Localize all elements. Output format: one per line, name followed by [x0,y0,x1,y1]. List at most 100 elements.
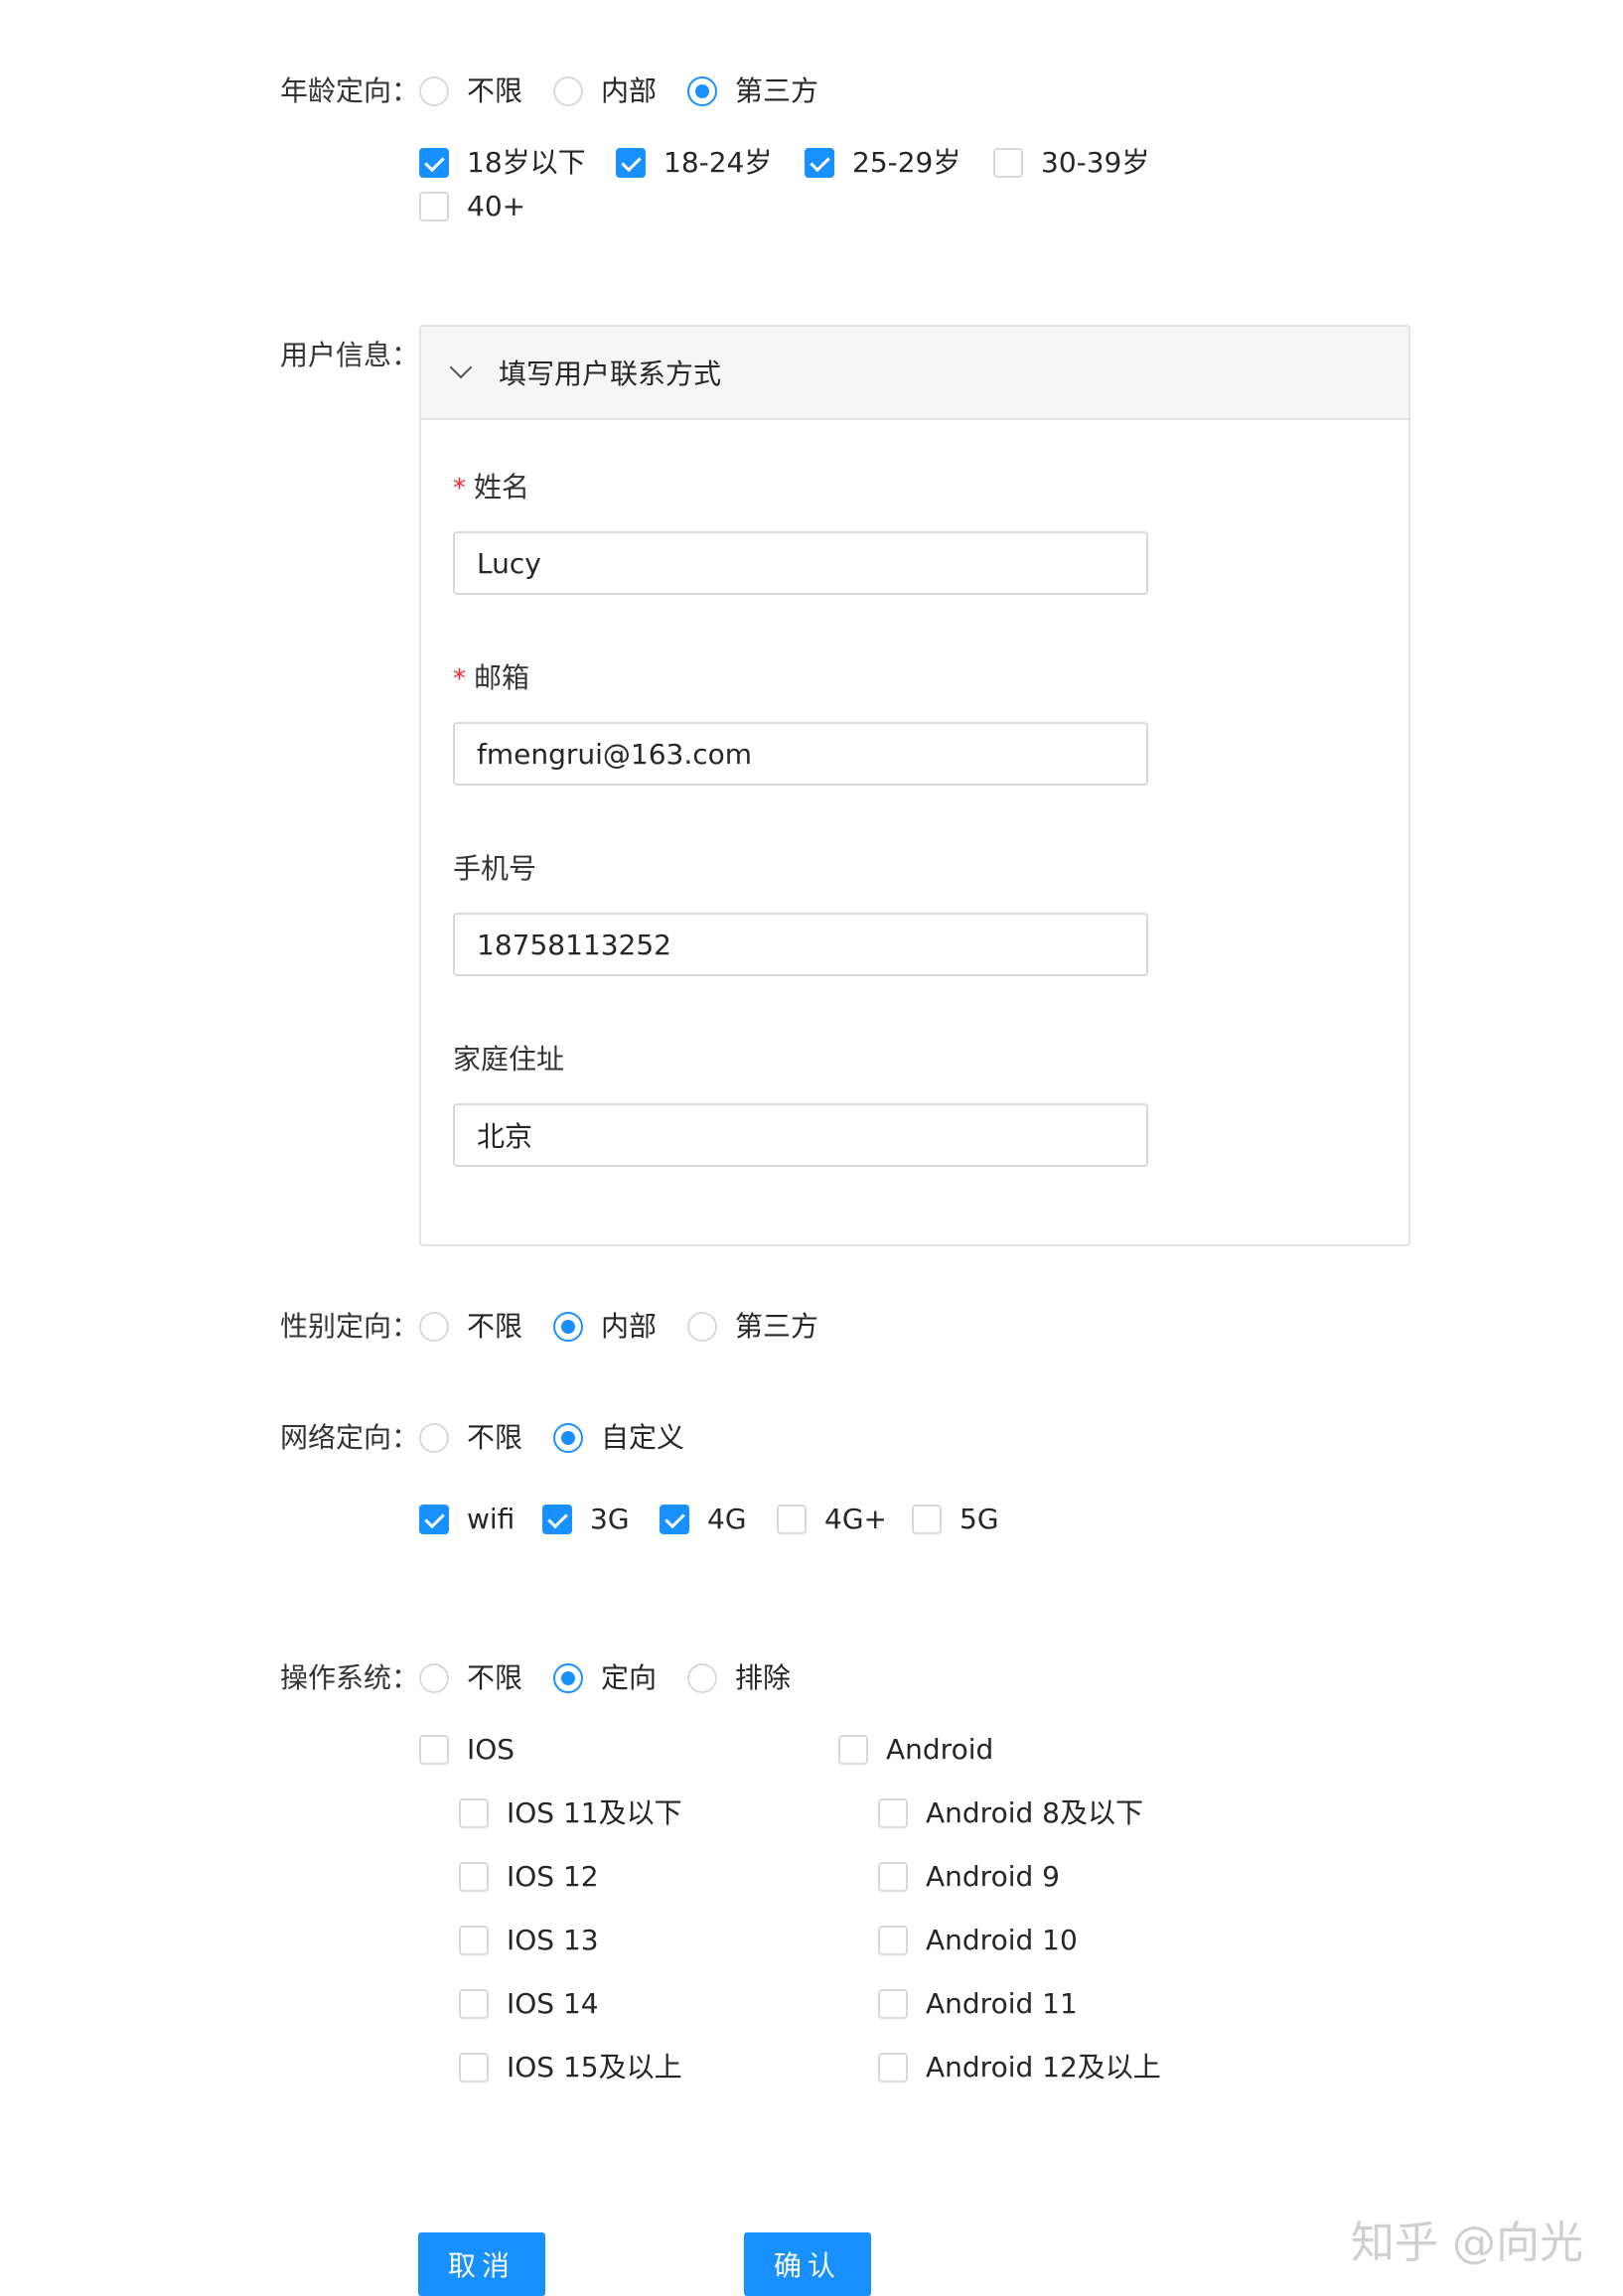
network-checkbox-4g-control[interactable] [660,1505,689,1534]
confirm-button[interactable]: 确认 [744,2232,871,2296]
gender-radio-unlimited[interactable]: 不限 [419,1307,522,1347]
age-checkbox-30-39-control[interactable] [993,148,1023,178]
age-checkbox-30-39-text: 30-39岁 [1041,146,1150,179]
os-checkbox-android-control[interactable] [838,1735,868,1765]
network-checkbox-wifi[interactable]: wifi [419,1500,515,1539]
os-checkbox-android[interactable]: Android [838,1730,993,1770]
network-checkbox-wifi-text: wifi [467,1503,516,1535]
age-checkbox-18-24-control[interactable] [616,148,646,178]
user-info-label: 用户信息： [280,339,420,371]
os-checkbox-android-item-text: Android 12及以上 [926,2051,1161,2083]
network-checkbox-4g[interactable]: 4G [660,1500,747,1539]
required-mark: * [453,474,466,503]
os-checkbox-android-item-control[interactable] [878,1989,908,2019]
os-radio-targeted-text: 定向 [601,1661,658,1694]
age-checkbox-25-29[interactable]: 25-29岁 [805,143,960,183]
age-radio-unlimited-control[interactable] [419,76,449,106]
name-input[interactable] [453,531,1148,595]
os-checkbox-ios-item-control[interactable] [459,1926,489,1955]
os-checkbox-android-item[interactable]: Android 8及以下 [878,1794,1143,1833]
os-checkbox-android-item[interactable]: Android 12及以上 [878,2048,1161,2087]
os-checkbox-ios-item-control[interactable] [459,1862,489,1892]
age-radio-third-party-text: 第三方 [735,74,819,107]
user-contact-panel-header[interactable]: 填写用户联系方式 [421,327,1408,420]
network-checkbox-5g-control[interactable] [912,1505,942,1534]
os-checkbox-ios-item-control[interactable] [459,1798,489,1828]
network-checkbox-3g[interactable]: 3G [542,1500,630,1539]
age-checkbox-18-24-text: 18-24岁 [664,146,773,179]
age-radio-third-party-control[interactable] [687,76,717,106]
os-radio-exclude-text: 排除 [735,1661,792,1694]
os-checkbox-android-item[interactable]: Android 9 [878,1857,1060,1897]
age-checkbox-40-plus[interactable]: 40+ [419,187,525,226]
gender-radio-third-party-text: 第三方 [735,1310,819,1343]
age-radio-internal[interactable]: 内部 [553,72,657,111]
os-radio-targeted-control[interactable] [553,1663,583,1693]
network-radio-custom[interactable]: 自定义 [553,1418,684,1458]
age-checkbox-40-plus-control[interactable] [419,192,449,221]
os-checkbox-ios-item-control[interactable] [459,1989,489,2019]
os-checkbox-ios-item[interactable]: IOS 15及以上 [459,2048,682,2087]
network-checkbox-3g-control[interactable] [542,1505,572,1534]
cancel-button[interactable]: 取消 [418,2232,545,2296]
os-checkbox-android-item-control[interactable] [878,1798,908,1828]
user-contact-panel: 填写用户联系方式 *姓名 *邮箱 手机号 家庭住址 [419,325,1410,1246]
address-input[interactable] [453,1103,1148,1167]
os-radio-exclude-control[interactable] [687,1663,717,1693]
network-radio-custom-control[interactable] [553,1423,583,1453]
os-radio-unlimited[interactable]: 不限 [419,1658,522,1698]
gender-radio-third-party[interactable]: 第三方 [687,1307,818,1347]
network-radio-unlimited[interactable]: 不限 [419,1418,522,1458]
os-checkbox-android-item-control[interactable] [878,1862,908,1892]
os-radio-targeted[interactable]: 定向 [553,1658,657,1698]
watermark: 知乎 @向光 [1351,2218,1583,2268]
network-checkbox-5g-text: 5G [959,1503,999,1535]
gender-radio-unlimited-control[interactable] [419,1312,449,1342]
age-radio-internal-control[interactable] [553,76,583,106]
os-checkbox-ios-item[interactable]: IOS 14 [459,1984,599,2024]
phone-input[interactable] [453,913,1148,976]
network-checkbox-wifi-control[interactable] [419,1505,449,1534]
os-checkbox-ios-text: IOS [467,1733,516,1766]
os-radio-unlimited-control[interactable] [419,1663,449,1693]
age-checkbox-under-18-control[interactable] [419,148,449,178]
gender-radio-internal[interactable]: 内部 [553,1307,657,1347]
age-checkbox-30-39[interactable]: 30-39岁 [993,143,1149,183]
os-checkbox-android-item-control[interactable] [878,1926,908,1955]
os-checkbox-ios[interactable]: IOS [419,1730,515,1770]
network-radio-custom-text: 自定义 [601,1421,685,1454]
age-radio-third-party[interactable]: 第三方 [687,72,818,111]
gender-targeting-label: 性别定向： [280,1310,420,1343]
os-checkbox-ios-item-text: IOS 14 [507,1987,599,2020]
os-checkbox-android-text: Android [886,1733,994,1766]
email-input[interactable] [453,722,1148,786]
os-checkbox-android-item[interactable]: Android 11 [878,1984,1078,2024]
os-checkbox-ios-item[interactable]: IOS 13 [459,1921,599,1960]
network-radio-unlimited-text: 不限 [467,1421,523,1454]
os-radio-exclude[interactable]: 排除 [687,1658,791,1698]
network-checkbox-4g-plus[interactable]: 4G+ [777,1500,887,1539]
name-field-label: * 姓名 [453,471,530,503]
os-checkbox-ios-item-control[interactable] [459,2053,489,2082]
os-checkbox-android-item-text: Android 9 [926,1860,1060,1893]
network-checkbox-4g-plus-control[interactable] [777,1505,807,1534]
os-checkbox-ios-control[interactable] [419,1735,449,1765]
age-checkbox-25-29-control[interactable] [805,148,834,178]
network-radio-unlimited-control[interactable] [419,1423,449,1453]
os-checkbox-ios-item[interactable]: IOS 12 [459,1857,599,1897]
os-checkbox-ios-item[interactable]: IOS 11及以下 [459,1794,682,1833]
age-radio-unlimited[interactable]: 不限 [419,72,522,111]
age-checkbox-18-24[interactable]: 18-24岁 [616,143,772,183]
os-label: 操作系统： [280,1661,420,1694]
network-checkbox-3g-text: 3G [590,1503,630,1535]
os-radio-unlimited-text: 不限 [467,1661,523,1694]
email-field-label: * 邮箱 [453,661,530,694]
gender-radio-unlimited-text: 不限 [467,1310,523,1343]
network-checkbox-5g[interactable]: 5G [912,1500,999,1539]
os-checkbox-android-item[interactable]: Android 10 [878,1921,1078,1960]
gender-radio-third-party-control[interactable] [687,1312,717,1342]
phone-field-label: 手机号 [453,852,537,885]
os-checkbox-android-item-control[interactable] [878,2053,908,2082]
gender-radio-internal-control[interactable] [553,1312,583,1342]
age-checkbox-under-18[interactable]: 18岁以下 [419,143,586,183]
